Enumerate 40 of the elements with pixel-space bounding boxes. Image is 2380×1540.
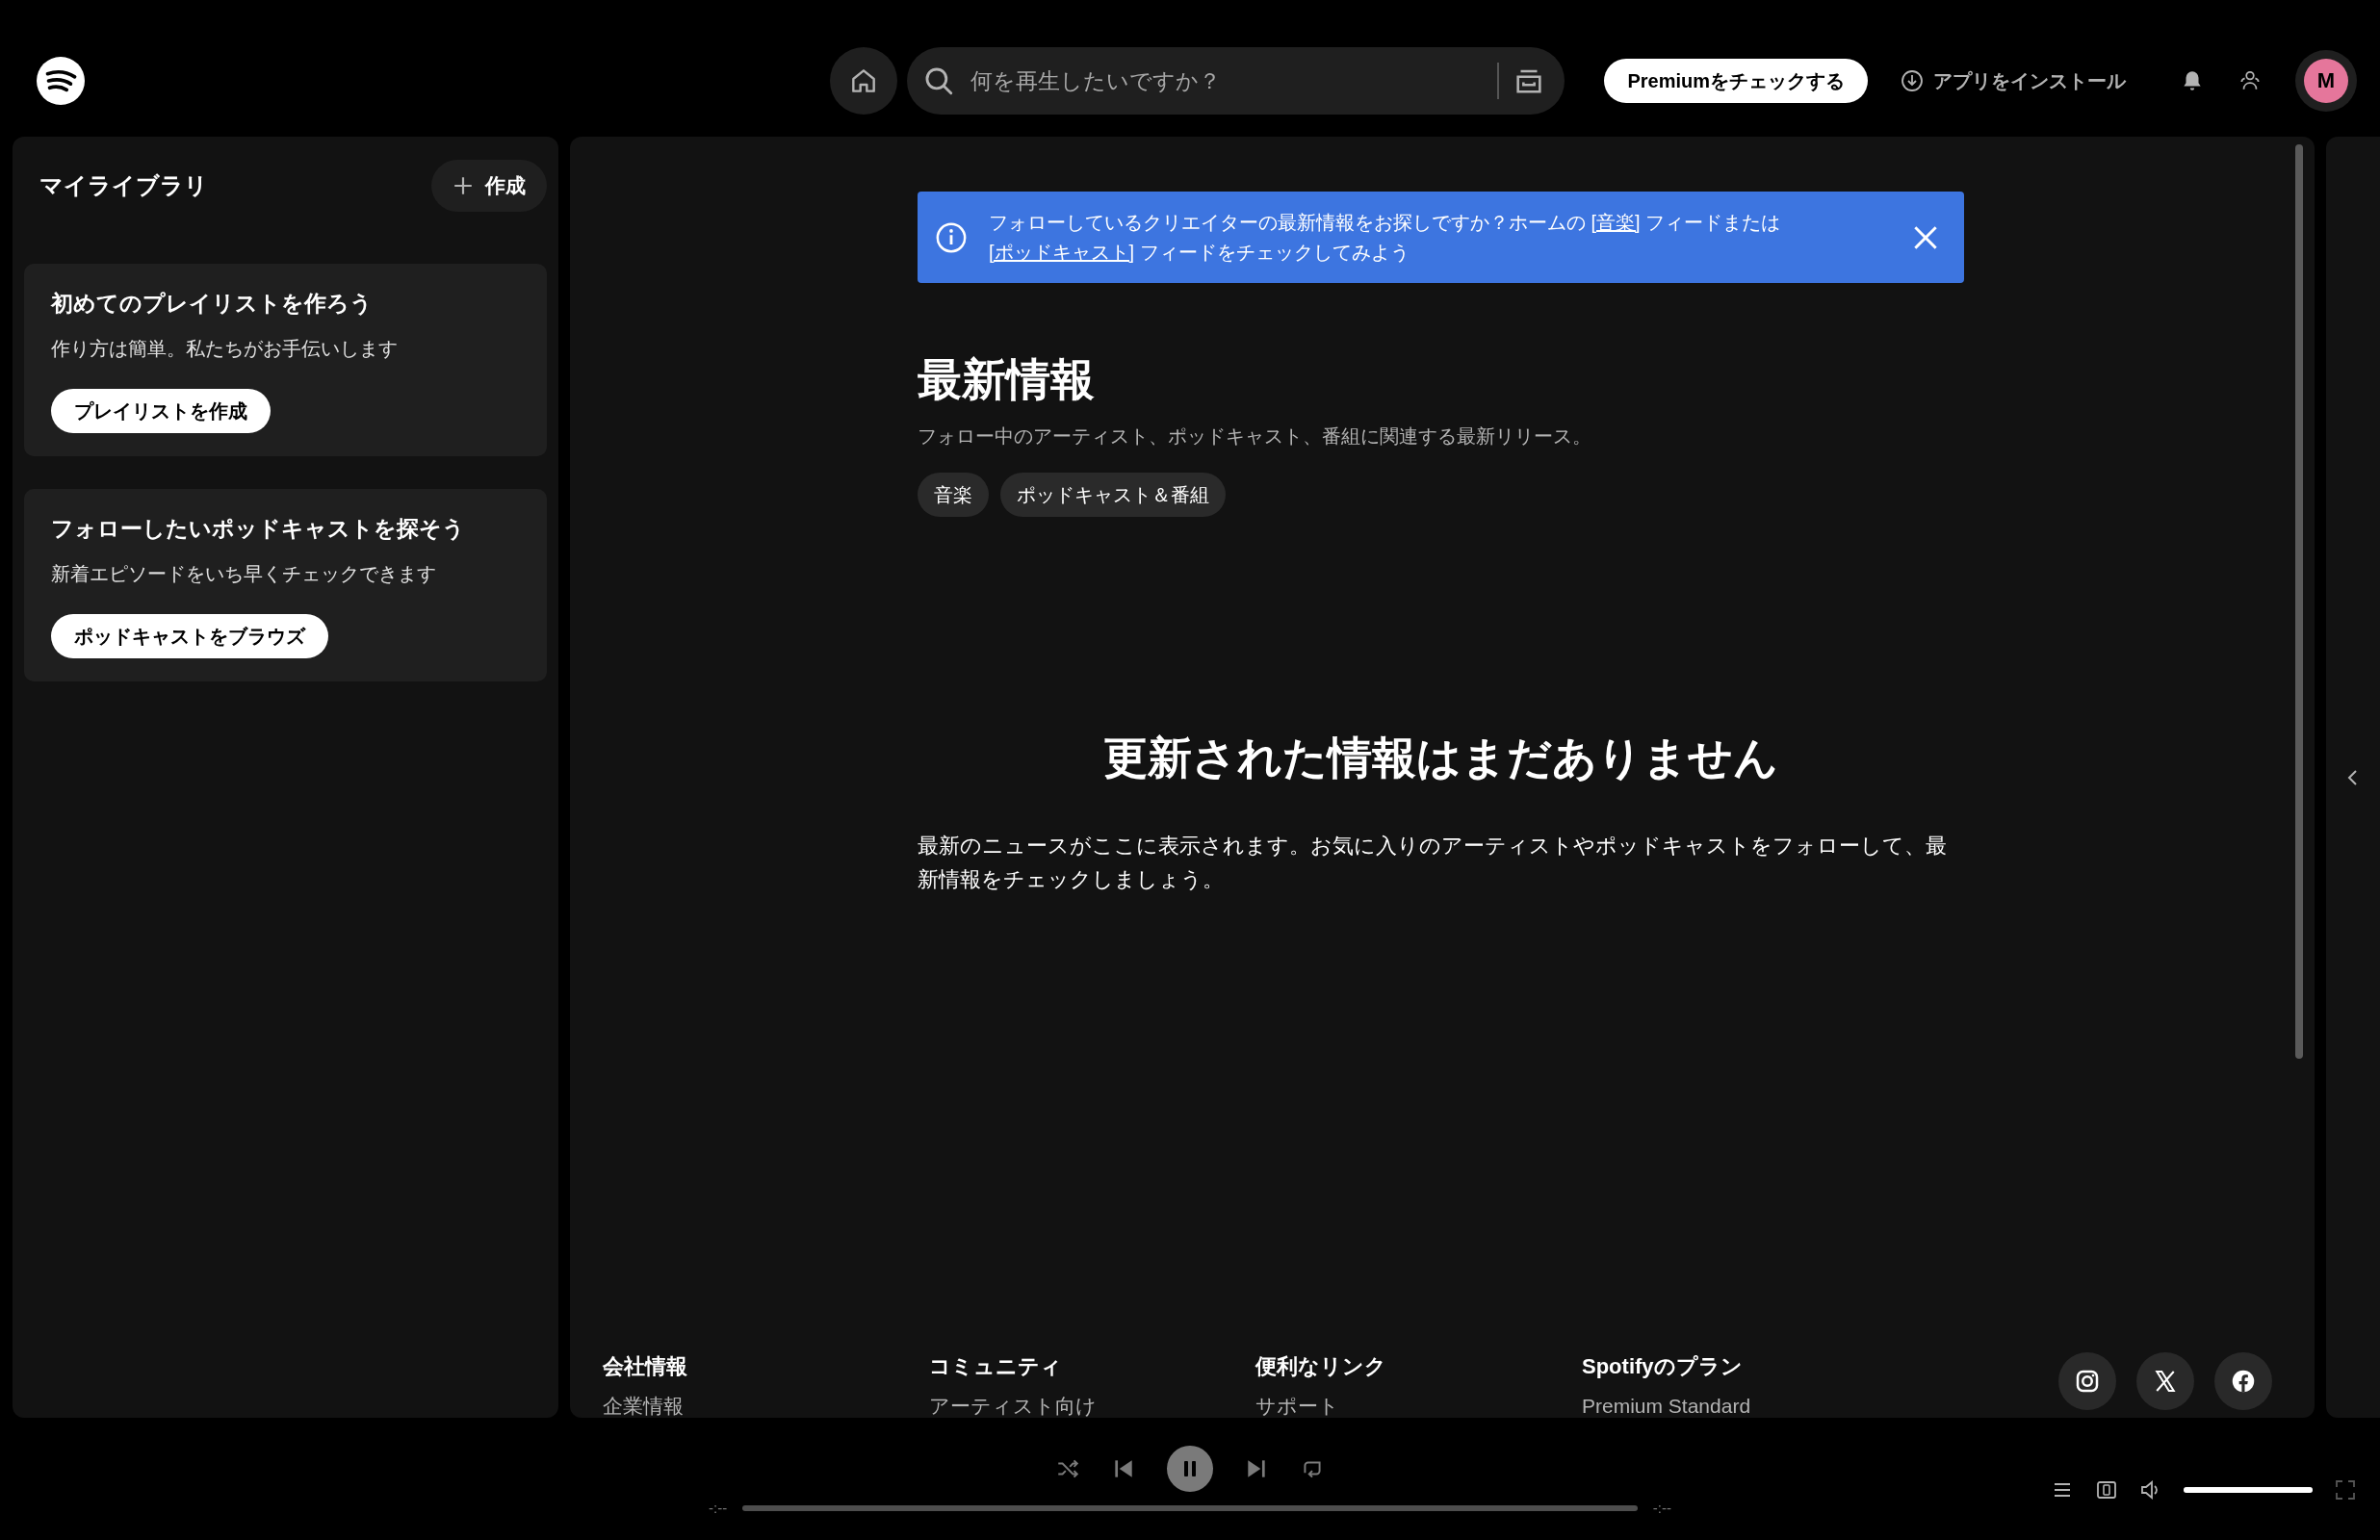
download-icon — [1901, 69, 1924, 92]
card-button[interactable]: ポッドキャストをブラウズ — [51, 614, 328, 658]
info-icon — [935, 220, 968, 254]
footer-heading: Spotifyのプラン — [1582, 1353, 1744, 1380]
page-subtitle: フォロー中のアーティスト、ポッドキャスト、番組に関連する最新リリース。 — [918, 424, 1592, 449]
card-text: 新着エピソードをいち早くチェックできます — [51, 562, 436, 586]
footer-heading: コミュニティ — [929, 1353, 1063, 1380]
footer-link[interactable]: Premium Standard — [1582, 1395, 1908, 1418]
card-title: 初めてのプレイリストを作ろう — [51, 290, 373, 318]
empty-state-text: 最新のニュースがここに表示されます。お気に入りのアーティストやポッドキャストをフォローして、最新情報をチェックしましょう。 — [918, 833, 1948, 893]
footer-heading: 会社情報 — [603, 1353, 688, 1380]
search-field[interactable]: 何を再生したいですか？ — [968, 66, 1484, 95]
fullscreen-icon[interactable] — [2334, 1477, 2357, 1502]
card-title: フォローしたいポッドキャストを探そう — [51, 515, 465, 543]
footer-link[interactable]: アーティスト向け — [929, 1395, 1255, 1418]
library-title: マイライブラリ — [39, 171, 208, 200]
feed-link[interactable]: [音楽] — [1591, 211, 1641, 233]
filter-chip[interactable]: 音楽 — [918, 473, 989, 517]
premium-button[interactable]: Premiumをチェックする — [1604, 59, 1868, 103]
scrollbar[interactable] — [2295, 144, 2303, 1059]
user-avatar[interactable]: M — [2304, 59, 2348, 103]
create-button[interactable]: 作成 — [431, 160, 547, 212]
card-text: 作り方は簡単。私たちがお手伝いします — [51, 337, 398, 361]
banner-text: フォローしているクリエイターの最新情報をお探しですか？ホームの [音楽] フィードまたは [ポッドキャスト] フィードをチェックしてみよう — [989, 210, 1782, 265]
footer-heading: 便利なリンク — [1255, 1353, 1387, 1380]
remaining-time: -:-- — [1652, 1500, 1671, 1516]
empty-state-title: 更新された情報はまだありません — [1102, 732, 1779, 784]
page-title: 最新情報 — [918, 353, 1096, 406]
card-button[interactable]: プレイリストを作成 — [51, 389, 271, 433]
feed-link[interactable]: [ポッドキャスト] — [989, 241, 1135, 263]
spotify-logo[interactable] — [37, 57, 85, 105]
search-bar[interactable]: 何を再生したいですか？ — [906, 47, 1565, 115]
elapsed-time: -:-- — [709, 1500, 728, 1516]
footer-link[interactable]: サポート — [1255, 1395, 1582, 1418]
install-app-link[interactable]: アプリをインストール — [1895, 66, 2132, 95]
pause-button[interactable] — [1167, 1446, 1213, 1492]
footer-link[interactable]: 企業情報 — [603, 1395, 929, 1418]
volume-slider[interactable] — [2184, 1486, 2313, 1493]
filter-chip[interactable]: ポッドキャスト＆番組 — [1000, 473, 1226, 517]
plus-icon — [453, 175, 474, 196]
